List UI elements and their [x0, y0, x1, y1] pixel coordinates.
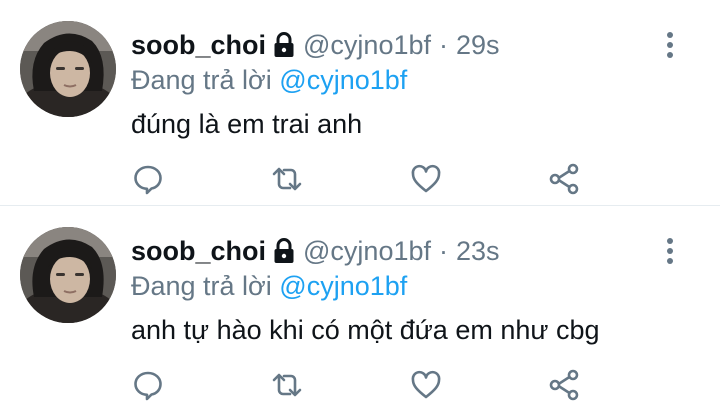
tweet[interactable]: soob_choi @cyjno1bf · 29s Đang trả lời @… — [0, 0, 720, 205]
like-button[interactable] — [410, 163, 442, 195]
display-name[interactable]: soob_choi — [131, 234, 266, 268]
replying-to-handle[interactable]: @cyjno1bf — [279, 271, 407, 301]
separator-dot: · — [439, 236, 448, 266]
like-button[interactable] — [410, 369, 442, 401]
share-button[interactable] — [548, 369, 580, 401]
replying-to-label: Đang trả lời — [131, 271, 272, 301]
more-vertical-icon[interactable] — [658, 236, 682, 266]
user-handle[interactable]: @cyjno1bf — [303, 28, 431, 62]
retweet-icon — [272, 373, 302, 397]
tweet-text: anh tự hào khi có một đứa em như cbg — [131, 315, 600, 345]
retweet-button[interactable] — [271, 163, 303, 195]
reply-icon — [134, 371, 162, 401]
share-icon — [549, 163, 579, 195]
reply-icon — [134, 165, 162, 195]
avatar[interactable] — [20, 21, 116, 117]
reply-button[interactable] — [132, 163, 164, 195]
replying-to-label: Đang trả lời — [131, 65, 272, 95]
timestamp[interactable]: 29s — [456, 28, 500, 62]
display-name[interactable]: soob_choi — [131, 28, 266, 62]
reply-button[interactable] — [132, 369, 164, 401]
tweet-header: soob_choi @cyjno1bf · 23s — [131, 234, 500, 268]
share-button[interactable] — [548, 163, 580, 195]
timestamp[interactable]: 23s — [456, 234, 500, 268]
replying-to: Đang trả lời @cyjno1bf — [131, 63, 407, 97]
lock-icon — [273, 32, 295, 58]
lock-icon — [273, 238, 295, 264]
separator-dot: · — [439, 30, 448, 60]
replying-to: Đang trả lời @cyjno1bf — [131, 269, 407, 303]
tweet[interactable]: soob_choi @cyjno1bf · 23s Đang trả lời @… — [0, 206, 720, 411]
more-vertical-icon[interactable] — [658, 30, 682, 60]
heart-icon — [411, 164, 441, 193]
retweet-icon — [272, 167, 302, 191]
replying-to-handle[interactable]: @cyjno1bf — [279, 65, 407, 95]
tweet-text: đúng là em trai anh — [131, 109, 363, 139]
heart-icon — [411, 370, 441, 399]
tweet-header: soob_choi @cyjno1bf · 29s — [131, 28, 500, 62]
share-icon — [549, 369, 579, 401]
avatar[interactable] — [20, 227, 116, 323]
user-handle[interactable]: @cyjno1bf — [303, 234, 431, 268]
retweet-button[interactable] — [271, 369, 303, 401]
